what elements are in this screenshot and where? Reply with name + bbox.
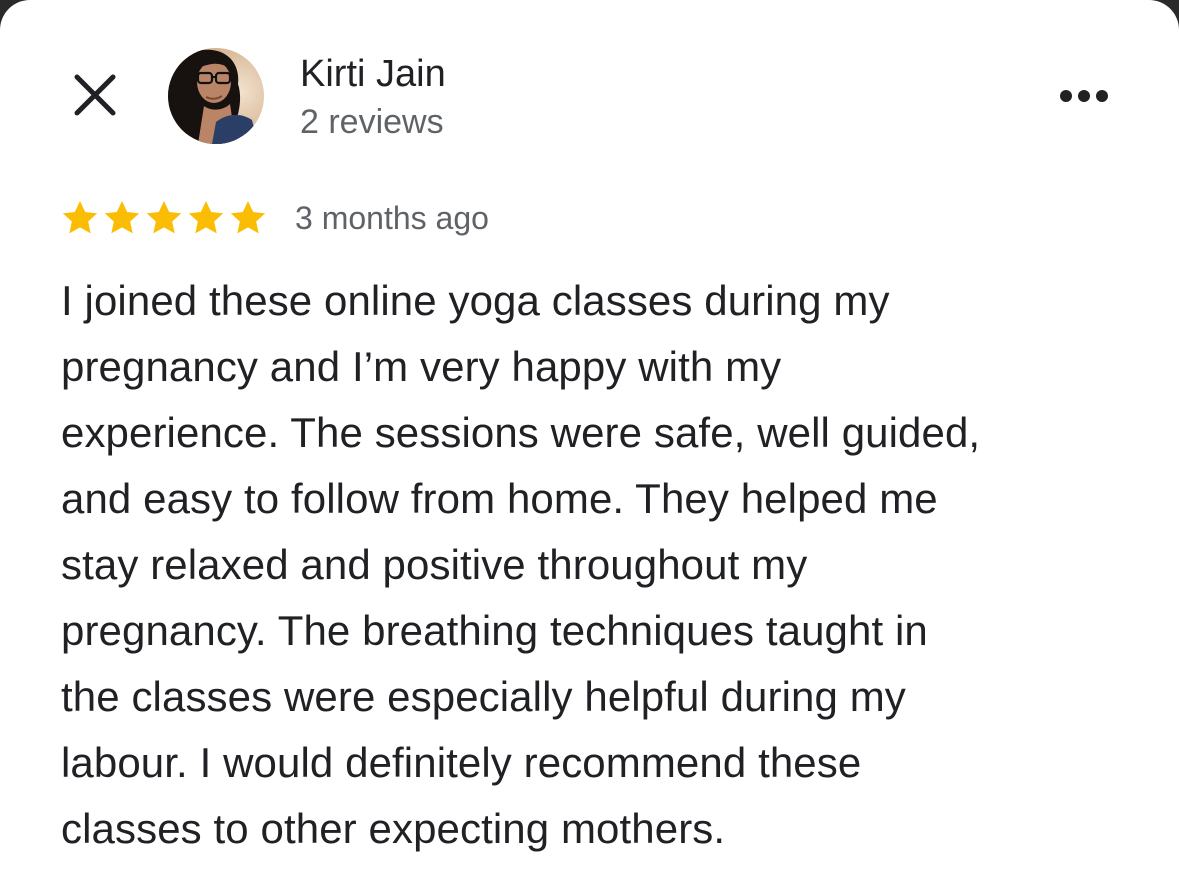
close-button[interactable] [62,62,128,128]
reviewer-name[interactable]: Kirti Jain [300,52,446,96]
review-text-line: pregnancy and I’m very happy with my [61,343,782,390]
star-filled-icon [144,196,184,240]
star-filled-icon [228,196,268,240]
review-sheet: Kirti Jain 2 reviews 3 months ago I join… [0,0,1179,879]
star-filled-icon [186,196,226,240]
more-horizontal-icon [1060,90,1108,102]
reviewer-review-count: 2 reviews [300,103,444,141]
star-filled-icon [60,196,100,240]
review-text-line: classes to other expecting mothers. [61,805,726,852]
more-options-button[interactable] [1040,70,1128,122]
avatar-photo [168,48,264,144]
reviewer-avatar[interactable] [168,48,264,144]
review-text-line: and easy to follow from home. They helpe… [61,475,938,522]
review-text-line: labour. I would definitely recommend the… [61,739,862,786]
star-filled-icon [102,196,142,240]
review-text-line: stay relaxed and positive throughout my [61,541,808,588]
review-text: I joined these online yoga classes durin… [61,268,1151,862]
close-icon [74,74,116,116]
review-text-line: the classes were especially helpful duri… [61,673,906,720]
review-time: 3 months ago [295,200,489,236]
review-text-line: I joined these online yoga classes durin… [61,277,890,324]
review-text-line: pregnancy. The breathing techniques taug… [61,607,928,654]
star-rating [60,196,268,240]
review-text-line: experience. The sessions were safe, well… [61,409,981,456]
